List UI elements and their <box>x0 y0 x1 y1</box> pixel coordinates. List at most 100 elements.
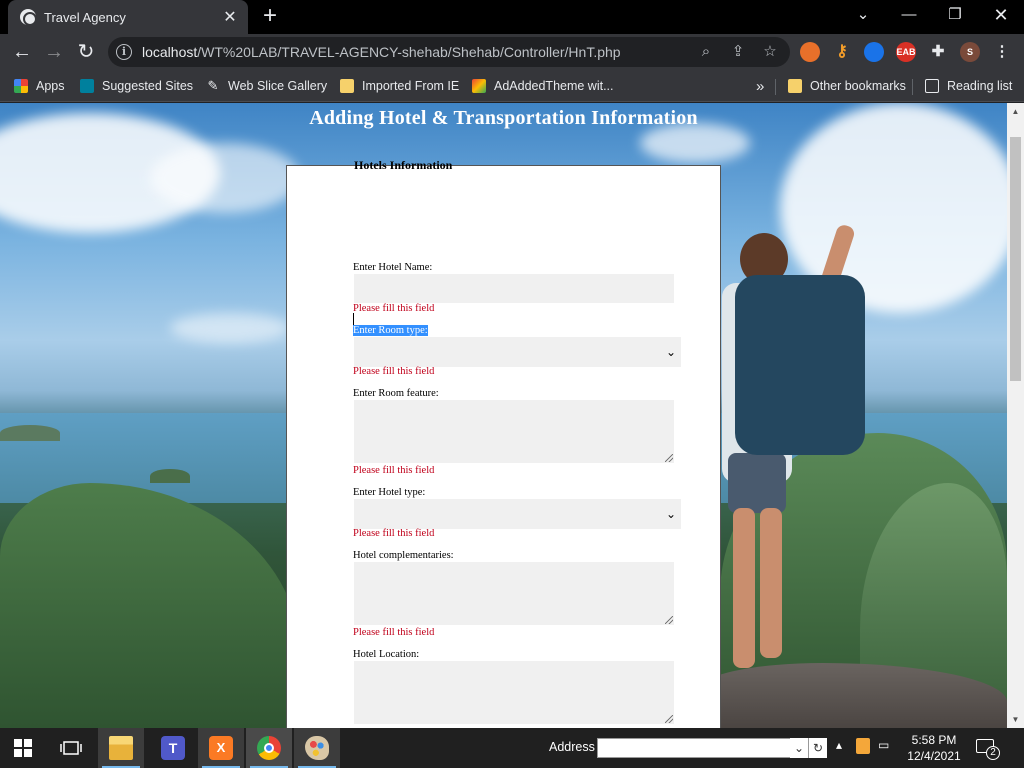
hotel-complementaries-textarea[interactable] <box>354 562 674 625</box>
bookmark-other-bookmarks[interactable]: Other bookmarks <box>788 77 906 95</box>
battery-icon[interactable]: ▭ <box>878 738 889 752</box>
page-title: Adding Hotel & Transportation Informatio… <box>309 107 698 129</box>
new-tab-button[interactable]: + <box>256 4 284 30</box>
hotel-location-textarea[interactable] <box>354 661 674 724</box>
scroll-up-arrow-icon[interactable]: ▲ <box>1007 103 1024 120</box>
address-dropdown-icon[interactable]: ⌄ <box>790 738 808 758</box>
resize-grip-icon[interactable] <box>665 454 673 462</box>
bing-icon <box>80 79 94 93</box>
apps-grid-icon <box>14 79 28 93</box>
bookmark-star-icon[interactable]: ☆ <box>760 42 780 62</box>
system-clock[interactable]: 5:58 PM 12/4/2021 <box>896 732 972 764</box>
bookmark-suggested-sites[interactable]: Suggested Sites <box>80 77 193 95</box>
room-type-error: Please fill this field <box>353 366 435 377</box>
url-text[interactable]: localhost/WT%20LAB/TRAVEL-AGENCY-shehab/… <box>142 44 621 60</box>
page-scrollbar[interactable]: ▲ ▼ <box>1007 103 1024 728</box>
hotel-name-input[interactable] <box>354 274 674 303</box>
hotel-type-label: Enter Hotel type: <box>353 487 426 498</box>
profile-avatar[interactable]: S <box>960 42 980 62</box>
start-button[interactable] <box>0 728 46 768</box>
windows-taskbar: T X Address ⌄ ↻ ▴ ▭ 5:58 PM 12/4/2021 2 <box>0 728 1024 768</box>
task-view-button[interactable] <box>48 728 94 768</box>
taskbar-chrome[interactable] <box>246 728 292 768</box>
tab-search-icon[interactable]: ⌄ <box>840 0 886 32</box>
fieldset-legend: Hotels Information <box>354 158 453 172</box>
scroll-down-arrow-icon[interactable]: ▼ <box>1007 711 1024 728</box>
extensions-puzzle-icon[interactable]: ✚ <box>928 42 948 62</box>
bookmark-label: Web Slice Gallery <box>228 79 328 93</box>
bookmark-label: Reading list <box>947 79 1013 93</box>
hotel-complementaries-label: Hotel complementaries: <box>353 550 454 561</box>
room-type-label: Enter Room type: <box>353 325 428 336</box>
room-feature-error: Please fill this field <box>353 465 435 476</box>
browser-tab[interactable]: Travel Agency ✕ <box>8 0 248 34</box>
color-extension-icon[interactable] <box>864 42 884 62</box>
address-toolbar-label: Address <box>549 740 595 754</box>
site-info-icon[interactable]: i <box>116 44 132 60</box>
bookmarks-bar: Apps Suggested Sites ✎ Web Slice Gallery… <box>0 70 1024 102</box>
windows-logo-icon <box>14 739 32 757</box>
taskbar-xampp[interactable]: X <box>198 728 244 768</box>
close-window-button[interactable]: ✕ <box>978 0 1024 32</box>
notification-count-badge: 2 <box>986 746 1000 760</box>
theme-icon <box>472 79 486 93</box>
room-type-label-text: Enter Room type: <box>353 325 428 336</box>
room-feature-textarea[interactable] <box>354 400 674 463</box>
url-path: /WT%20LAB/TRAVEL-AGENCY-shehab/Shehab/Co… <box>197 44 621 60</box>
page-viewport: Adding Hotel & Transportation Informatio… <box>0 103 1007 728</box>
zoom-icon[interactable]: ⌕ <box>696 42 716 62</box>
folder-icon <box>340 79 354 93</box>
bookmark-reading-list[interactable]: Reading list <box>925 77 1012 95</box>
forward-button[interactable]: → <box>40 38 68 66</box>
hotel-name-error: Please fill this field <box>353 303 434 314</box>
bookmark-imported-from-ie[interactable]: Imported From IE <box>340 77 459 95</box>
bookmark-apps[interactable]: Apps <box>14 77 65 95</box>
clock-date: 12/4/2021 <box>907 749 961 763</box>
room-feature-label: Enter Room feature: <box>353 388 439 399</box>
bookmark-label: Suggested Sites <box>102 79 194 93</box>
globe-icon <box>20 9 37 26</box>
share-icon[interactable]: ⇪ <box>728 42 748 62</box>
scrollbar-thumb[interactable] <box>1010 137 1021 381</box>
address-toolbar-input[interactable] <box>597 738 809 758</box>
chevron-down-icon: ⌄ <box>665 345 677 359</box>
back-button[interactable]: ← <box>8 38 36 66</box>
menu-kebab-icon[interactable]: ⋮ <box>992 42 1012 62</box>
tray-app-icon[interactable] <box>856 738 870 754</box>
close-tab-icon[interactable]: ✕ <box>222 7 238 27</box>
resize-grip-icon[interactable] <box>665 715 673 723</box>
key-extension-icon[interactable]: ⚷ <box>832 42 852 62</box>
address-go-icon[interactable]: ↻ <box>809 738 827 758</box>
bookmark-adaddedtheme[interactable]: AdAddedTheme wit... <box>472 77 614 95</box>
tray-overflow-icon[interactable]: ▴ <box>836 738 842 752</box>
task-view-icon <box>60 741 82 755</box>
bookmark-label: Apps <box>36 79 65 93</box>
restore-button[interactable]: ❐ <box>932 0 978 32</box>
bookmark-label: Other bookmarks <box>810 79 906 93</box>
extension-orange-icon[interactable] <box>800 42 820 62</box>
room-type-select[interactable]: ⌄ <box>354 337 681 367</box>
taskbar-paint[interactable] <box>294 728 340 768</box>
eab-extension-icon[interactable]: EAB <box>896 42 916 62</box>
teams-icon: T <box>161 736 185 760</box>
bookmark-separator <box>775 79 776 95</box>
notification-center-button[interactable]: 2 <box>974 736 1000 760</box>
bookmark-label: AdAddedTheme wit... <box>494 79 614 93</box>
bookmarks-overflow-button[interactable]: » <box>756 77 764 95</box>
hotel-type-select[interactable]: ⌄ <box>354 499 681 529</box>
bookmark-separator <box>912 79 913 95</box>
hotel-name-label: Enter Hotel Name: <box>353 262 433 273</box>
address-bar[interactable]: i localhost/WT%20LAB/TRAVEL-AGENCY-sheha… <box>108 37 790 67</box>
chevron-down-icon: ⌄ <box>665 507 677 521</box>
bookmark-web-slice-gallery[interactable]: ✎ Web Slice Gallery <box>206 77 328 95</box>
xampp-icon: X <box>209 736 233 760</box>
taskbar-teams[interactable]: T <box>150 728 196 768</box>
chrome-center-icon <box>264 743 274 753</box>
minimize-button[interactable]: — <box>886 0 932 32</box>
reading-list-icon <box>925 79 939 93</box>
url-host: localhost <box>142 44 198 60</box>
taskbar-file-explorer[interactable] <box>98 728 144 768</box>
resize-grip-icon[interactable] <box>665 616 673 624</box>
hotel-type-error: Please fill this field <box>353 528 435 539</box>
reload-button[interactable]: ↻ <box>72 38 100 66</box>
